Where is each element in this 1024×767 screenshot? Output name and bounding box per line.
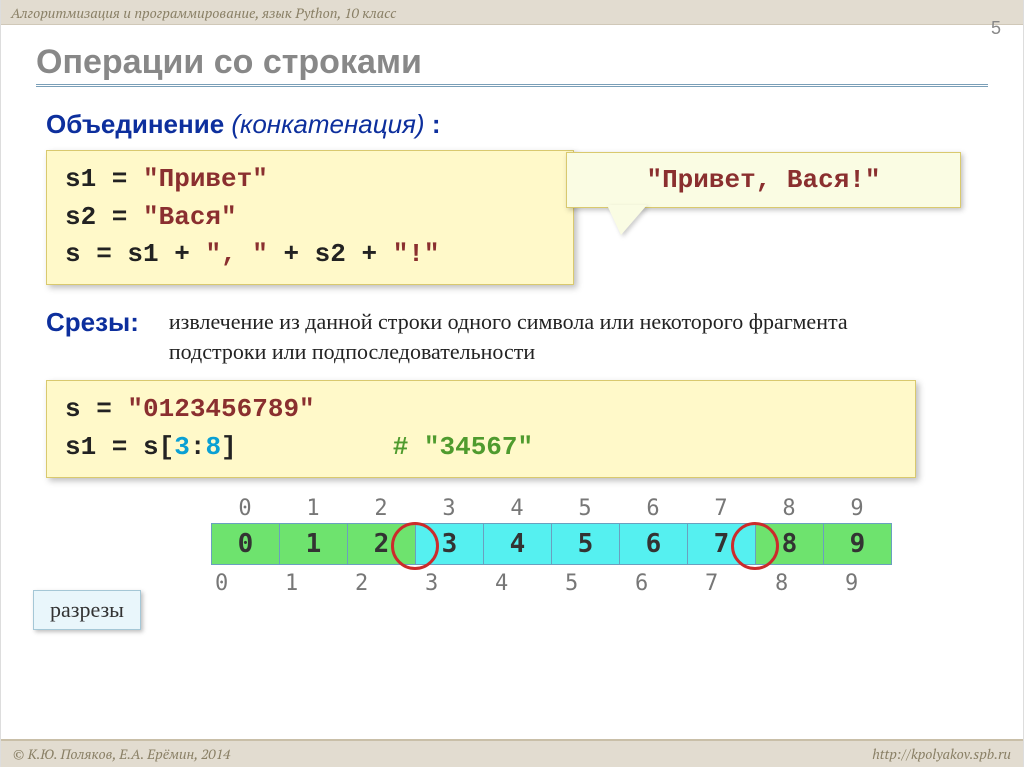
course-header: Алгоритмизация и программирование, язык …: [1, 0, 1023, 25]
bottom-indices: 0123456789: [211, 571, 911, 596]
footer-copyright: © К.Ю. Поляков, Е.А. Ерёмин, 2014: [13, 745, 230, 764]
cell: 6: [620, 524, 688, 564]
concat-code: s1 = "Привет" s2 = "Вася" s = s1 + ", " …: [46, 150, 574, 285]
concat-paren: (конкатенация): [231, 109, 424, 139]
slide: Алгоритмизация и программирование, язык …: [0, 0, 1024, 767]
cell: 4: [484, 524, 552, 564]
code-line: s = "0123456789": [65, 391, 897, 429]
cut-label: разрезы: [33, 590, 141, 630]
cell: 9: [824, 524, 891, 564]
cells-row: 0 1 2 3 4 5 6 7 8 9: [211, 523, 892, 565]
slide-title: Операции со строками: [36, 43, 988, 87]
cell: 2: [348, 524, 416, 564]
code-line: s1 = s[3:8] # "34567": [65, 429, 897, 467]
footer-link: http://kpolyakov.spb.ru: [872, 745, 1011, 764]
slice-desc: извлечение из данной строки одного симво…: [169, 307, 899, 366]
concat-heading: Объединение (конкатенация) :: [46, 109, 983, 140]
cell: 1: [280, 524, 348, 564]
cell: 3: [416, 524, 484, 564]
cell: 7: [688, 524, 756, 564]
code-line: s1 = "Привет": [65, 161, 555, 199]
footer: © К.Ю. Поляков, Е.А. Ерёмин, 2014 http:/…: [1, 739, 1023, 767]
result-callout: "Привет, Вася!": [566, 152, 961, 208]
concat-label: Объединение: [46, 109, 224, 139]
page-number: 5: [991, 18, 1001, 39]
cell: 0: [212, 524, 280, 564]
code-line: s = s1 + ", " + s2 + "!": [65, 236, 555, 274]
slice-label: Срезы:: [46, 307, 139, 338]
code-line: s2 = "Вася": [65, 199, 555, 237]
top-indices: 0123456789: [211, 496, 911, 521]
cell: 8: [756, 524, 824, 564]
callout-text: "Привет, Вася!": [646, 165, 880, 195]
slice-code: s = "0123456789" s1 = s[3:8] # "34567": [46, 380, 916, 477]
concat-colon: :: [425, 109, 441, 139]
slice-heading-row: Срезы: извлечение из данной строки одног…: [46, 307, 983, 366]
cell: 5: [552, 524, 620, 564]
index-strip: 0123456789 0 1 2 3 4 5 6 7 8 9 012345678…: [211, 496, 911, 596]
